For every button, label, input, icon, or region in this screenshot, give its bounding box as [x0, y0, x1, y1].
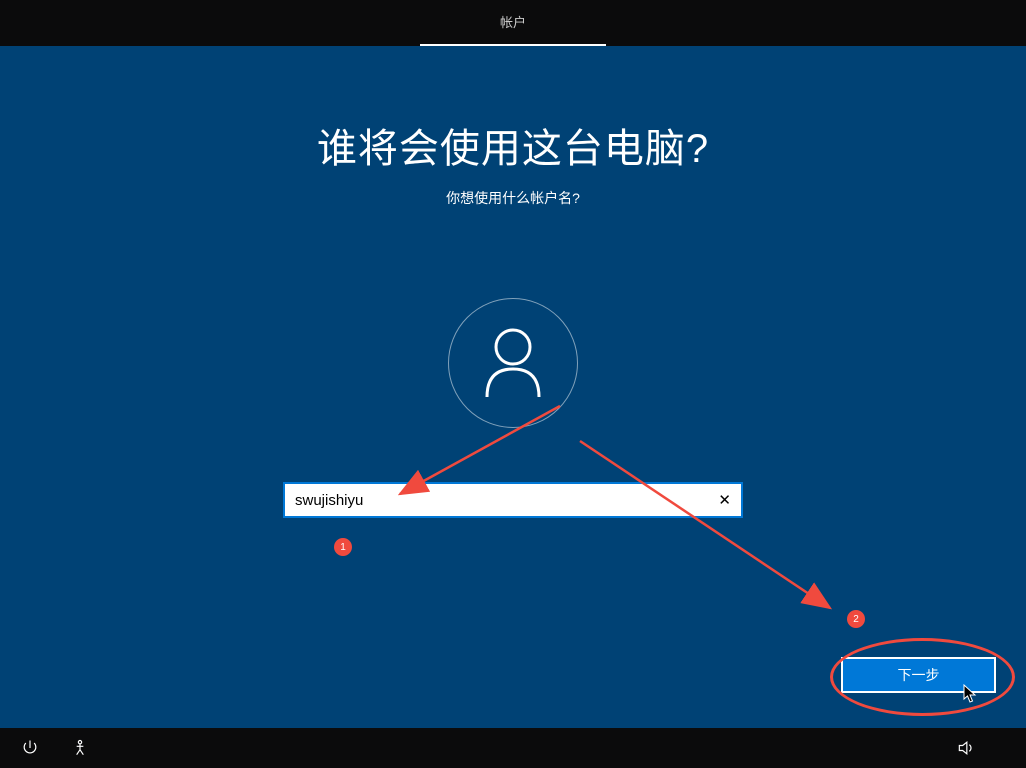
tab-strip: 帐户 [420, 0, 606, 46]
title-bar: 帐户 [0, 0, 1026, 46]
bottom-bar [0, 728, 1026, 768]
main-content: 谁将会使用这台电脑? 你想使用什么帐户名? ✕ 下一步 1 2 [0, 46, 1026, 728]
volume-icon[interactable] [956, 738, 976, 758]
power-icon[interactable] [20, 738, 40, 758]
tab-account[interactable]: 帐户 [420, 0, 606, 46]
next-button[interactable]: 下一步 [841, 657, 996, 693]
annotation-marker-2: 2 [847, 610, 865, 628]
username-input-wrap: ✕ [283, 482, 743, 518]
page-title: 谁将会使用这台电脑? [0, 116, 1026, 174]
accessibility-icon[interactable] [70, 738, 90, 758]
clear-input-icon[interactable]: ✕ [714, 487, 735, 513]
annotation-marker-1: 1 [334, 538, 352, 556]
username-input[interactable] [283, 482, 743, 518]
page-subtitle: 你想使用什么帐户名? [0, 188, 1026, 208]
avatar-placeholder [448, 298, 578, 428]
user-icon [482, 327, 544, 399]
